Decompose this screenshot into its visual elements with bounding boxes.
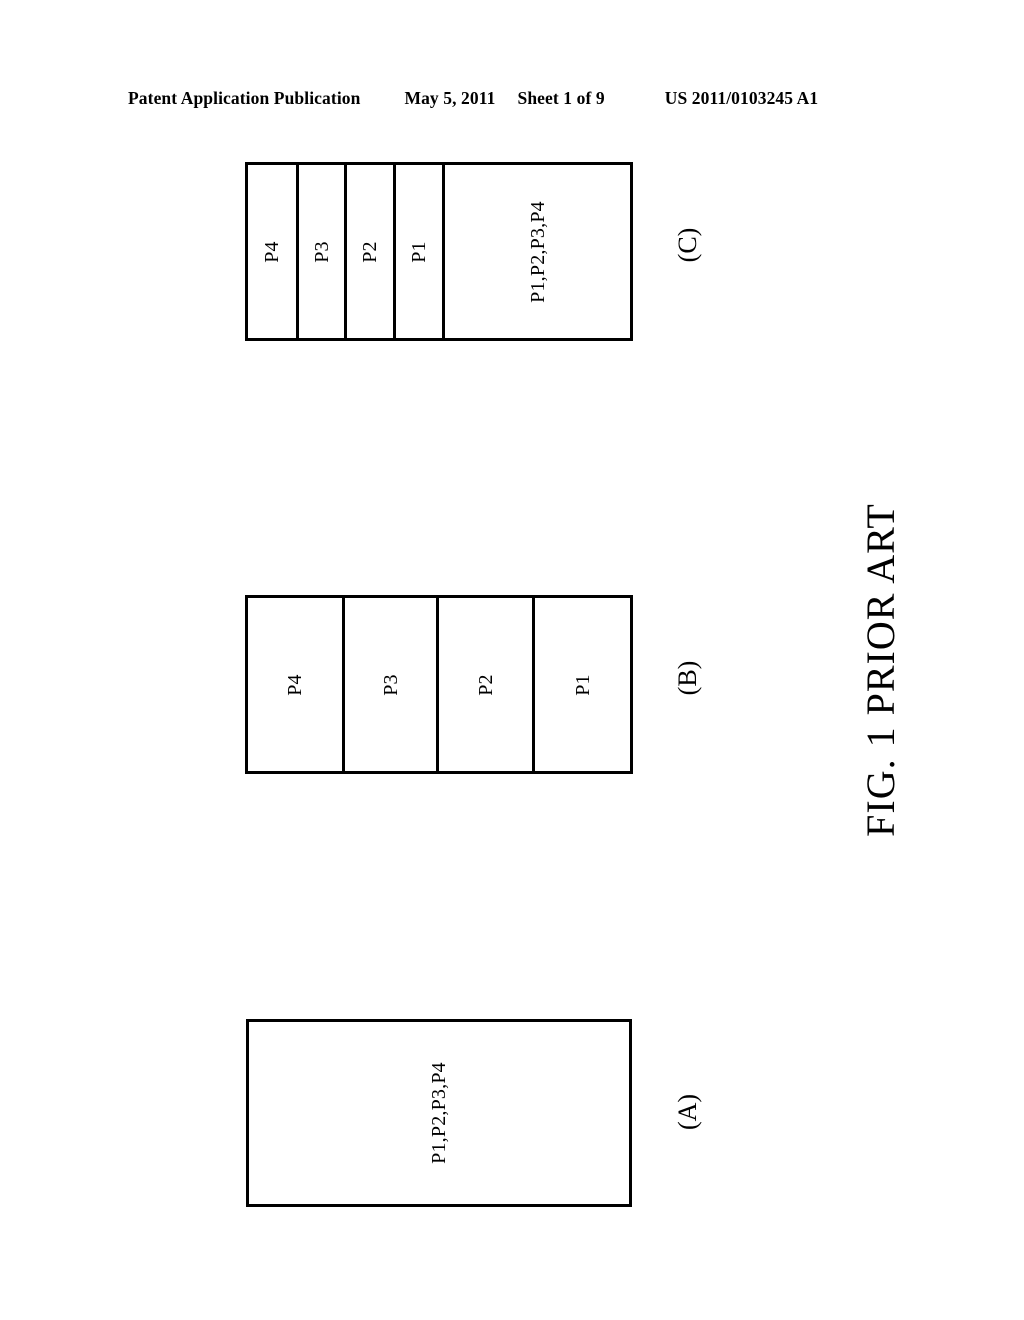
figure-b-cell-p4-label: P4 xyxy=(284,673,306,696)
figure-a-cell-combined: P1,P2,P3,P4 xyxy=(249,1022,629,1204)
figure-c-cell-p2-label: P2 xyxy=(359,240,381,263)
figure-b-cell-p2-label: P2 xyxy=(474,673,497,696)
figure-a-cell-combined-label: P1,P2,P3,P4 xyxy=(427,1062,450,1164)
figure-c-cell-p3: P3 xyxy=(299,165,347,338)
figure-c-cell-p3-label: P3 xyxy=(310,240,333,263)
figure-c-letter: (C) xyxy=(673,227,702,263)
figure-c-cell-p4-label: P4 xyxy=(261,240,283,263)
figure-c-cell-p2: P2 xyxy=(347,165,396,338)
figure-c-box: P4 P3 P2 P1 P1,P2,P3,P4 xyxy=(245,162,633,341)
figure-c-cell-p1: P1 xyxy=(396,165,445,338)
figure-c-cell-combined-label: P1,P2,P3,P4 xyxy=(526,200,549,303)
figure-c-cell-p4: P4 xyxy=(248,165,299,338)
figure-b-cell-p1: P1 xyxy=(535,598,630,771)
figure-b-cell-p2: P2 xyxy=(439,598,535,771)
figure-b-box: P4 P3 P2 P1 xyxy=(245,595,633,774)
figure-a-letter: (A) xyxy=(673,1093,702,1131)
figure-b-cell-p3-label: P3 xyxy=(379,673,402,696)
figure-a-box: P1,P2,P3,P4 xyxy=(246,1019,632,1207)
figure-c-cell-p1-label: P1 xyxy=(408,240,430,263)
figure-b-cell-p4: P4 xyxy=(248,598,345,771)
figure-c-cell-combined: P1,P2,P3,P4 xyxy=(445,165,630,338)
figure-b-cell-p3: P3 xyxy=(345,598,439,771)
figure-b-cell-p1-label: P1 xyxy=(571,673,594,696)
drawing-sheet: P4 P3 P2 P1 P1,P2,P3,P4 (C) P4 P3 P2 P1 … xyxy=(0,0,1024,1320)
figure-b-letter: (B) xyxy=(673,660,702,696)
figure-caption: FIG. 1 PRIOR ART xyxy=(857,503,903,837)
